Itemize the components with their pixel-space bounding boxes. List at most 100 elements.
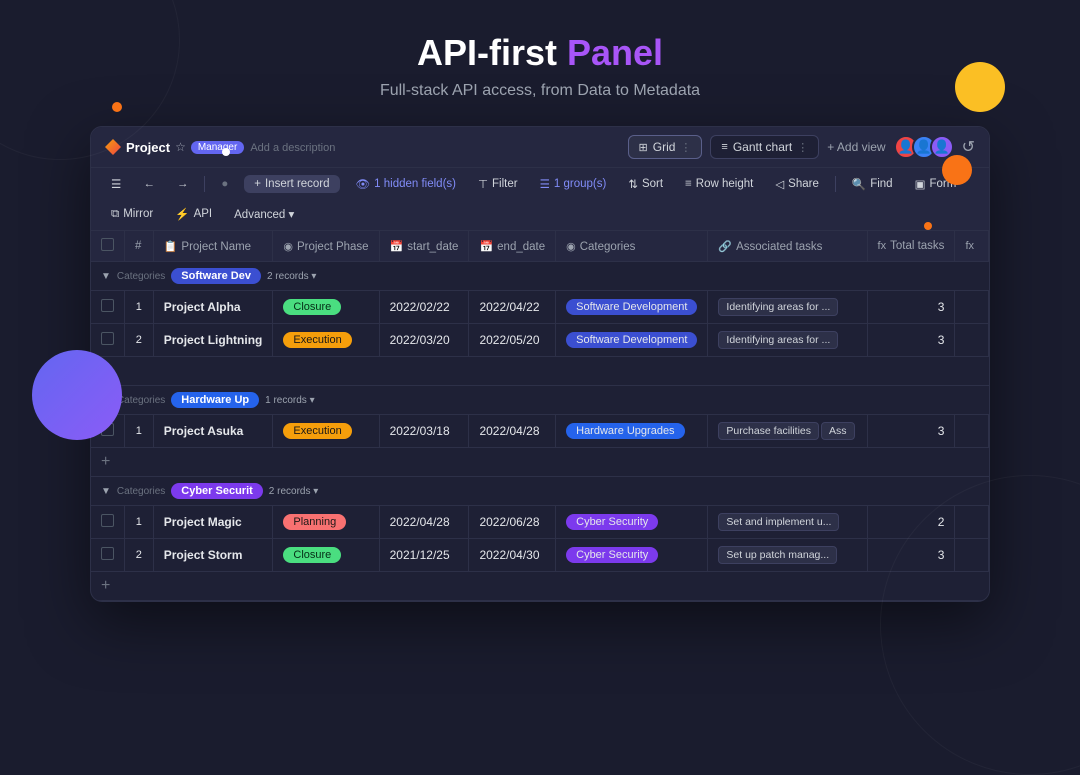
add-row[interactable]: + xyxy=(91,357,989,386)
col-project-phase[interactable]: ◉Project Phase xyxy=(273,231,379,262)
table-row[interactable]: 1 Project Asuka Execution 2022/03/18 202… xyxy=(91,415,989,448)
row-category[interactable]: Hardware Upgrades xyxy=(556,415,708,448)
col-checkbox[interactable] xyxy=(91,231,125,262)
task-chip: Set up patch manag... xyxy=(718,546,837,564)
row-project-phase[interactable]: Execution xyxy=(273,324,379,357)
group-row[interactable]: ▼ Categories Software Dev 2 records ▾ xyxy=(91,262,989,291)
panel-topbar-right: ⊞ Grid ⋮ ≡ Gantt chart ⋮ + Add view 👤 👤 … xyxy=(628,135,975,159)
form-button[interactable]: ▣ Form xyxy=(909,174,963,194)
add-row[interactable]: + xyxy=(91,572,989,601)
refresh-button[interactable]: ↺ xyxy=(962,137,975,157)
group-row[interactable]: ▼ Categories Hardware Up 1 records ▾ xyxy=(91,386,989,415)
row-project-name[interactable]: Project Lightning xyxy=(153,324,273,357)
row-project-name[interactable]: Project Storm xyxy=(153,539,273,572)
col-categories[interactable]: ◉Categories xyxy=(556,231,708,262)
sort-button[interactable]: ⇅ Sort xyxy=(622,174,669,194)
row-project-phase[interactable]: Execution xyxy=(273,415,379,448)
row-project-phase[interactable]: Planning xyxy=(273,506,379,539)
search-icon: 🔍 xyxy=(852,177,866,191)
menu-icon-btn[interactable]: ☰ xyxy=(105,174,127,194)
project-name-col-icon: 📋 xyxy=(164,241,178,253)
tab-grid[interactable]: ⊞ Grid ⋮ xyxy=(628,135,703,159)
add-row-cell[interactable]: + xyxy=(91,448,989,477)
row-checkbox-cell[interactable] xyxy=(91,324,125,357)
find-button[interactable]: 🔍 Find xyxy=(846,174,899,194)
back-button[interactable]: ← xyxy=(137,175,161,193)
row-category[interactable]: Cyber Security xyxy=(556,506,708,539)
row-category[interactable]: Software Development xyxy=(556,324,708,357)
row-project-phase[interactable]: Closure xyxy=(273,291,379,324)
api-button[interactable]: ⚡ API xyxy=(169,204,218,224)
advanced-button[interactable]: Advanced ▾ xyxy=(228,204,300,224)
col-project-name[interactable]: 📋Project Name xyxy=(153,231,273,262)
filter-icon: ⊤ xyxy=(478,177,488,191)
col-associated-tasks[interactable]: 🔗Associated tasks xyxy=(708,231,867,262)
row-checkbox[interactable] xyxy=(101,423,114,436)
panel-topbar: Project ☆ Manager Add a description ⊞ Gr… xyxy=(91,127,989,168)
row-checkbox-cell[interactable] xyxy=(91,539,125,572)
group-meta-label: Categories xyxy=(117,486,165,497)
col-start-date[interactable]: 📅start_date xyxy=(379,231,469,262)
tab-gantt[interactable]: ≡ Gantt chart ⋮ xyxy=(710,135,819,159)
row-category[interactable]: Cyber Security xyxy=(556,539,708,572)
row-checkbox[interactable] xyxy=(101,547,114,560)
col-total-tasks[interactable]: fxTotal tasks xyxy=(867,231,955,262)
star-icon[interactable]: ☆ xyxy=(175,140,186,154)
add-row[interactable]: + xyxy=(91,448,989,477)
row-project-name[interactable]: Project Magic xyxy=(153,506,273,539)
gantt-icon: ≡ xyxy=(721,141,727,153)
group-chevron-icon[interactable]: ▼ xyxy=(101,486,111,497)
table-row[interactable]: 1 Project Magic Planning 2022/04/28 2022… xyxy=(91,506,989,539)
share-button[interactable]: ◁ Share xyxy=(769,174,825,194)
total-tasks-col-icon: fx xyxy=(878,240,887,252)
row-end-date: 2022/04/30 xyxy=(469,539,556,572)
row-category[interactable]: Software Development xyxy=(556,291,708,324)
row-checkbox-cell[interactable] xyxy=(91,506,125,539)
row-number: 1 xyxy=(125,415,154,448)
filter-button[interactable]: ⊤ Filter xyxy=(472,174,524,194)
add-row-cell[interactable]: + xyxy=(91,572,989,601)
category-chip: Cyber Security xyxy=(566,547,658,563)
phase-badge: Closure xyxy=(283,299,341,315)
row-checkbox[interactable] xyxy=(101,514,114,527)
task-chip: Identifying areas for ... xyxy=(718,298,838,316)
row-checkbox[interactable] xyxy=(101,332,114,345)
row-total-tasks: 3 xyxy=(867,291,955,324)
row-project-name[interactable]: Project Asuka xyxy=(153,415,273,448)
insert-label: Insert record xyxy=(265,178,330,190)
hidden-fields-button[interactable]: 👁 1 hidden field(s) xyxy=(350,174,462,194)
project-name-label: Project xyxy=(126,140,170,155)
row-start-date: 2022/03/20 xyxy=(379,324,469,357)
insert-record-button[interactable]: + Insert record xyxy=(244,175,339,193)
row-extra xyxy=(955,291,989,324)
add-view-button[interactable]: + Add view xyxy=(827,140,885,154)
row-height-button[interactable]: ≡ Row height xyxy=(679,175,759,193)
group-button[interactable]: ☰ 1 group(s) xyxy=(534,174,613,194)
group-chevron-icon[interactable]: ▼ xyxy=(101,395,111,406)
categories-col-icon: ◉ xyxy=(566,241,576,253)
add-description-link[interactable]: Add a description xyxy=(250,142,335,154)
table-row[interactable]: 1 Project Alpha Closure 2022/02/22 2022/… xyxy=(91,291,989,324)
eye-icon: 👁 xyxy=(356,177,371,191)
col-end-date[interactable]: 📅end_date xyxy=(469,231,556,262)
row-checkbox-cell[interactable] xyxy=(91,291,125,324)
table-body: ▼ Categories Software Dev 2 records ▾ 1 … xyxy=(91,262,989,601)
share-icon: ◁ xyxy=(775,177,784,191)
group-chevron-icon[interactable]: ▼ xyxy=(101,271,111,282)
project-diamond-icon xyxy=(105,139,121,155)
row-checkbox-cell[interactable] xyxy=(91,415,125,448)
title-black: API-first xyxy=(417,32,567,73)
row-checkbox[interactable] xyxy=(101,299,114,312)
table-row[interactable]: 2 Project Lightning Execution 2022/03/20… xyxy=(91,324,989,357)
row-project-name[interactable]: Project Alpha xyxy=(153,291,273,324)
table-row[interactable]: 2 Project Storm Closure 2021/12/25 2022/… xyxy=(91,539,989,572)
advanced-label: Advanced ▾ xyxy=(234,207,294,221)
add-row-cell[interactable]: + xyxy=(91,357,989,386)
col-extra-fx[interactable]: fx xyxy=(955,231,989,262)
group-row[interactable]: ▼ Categories Cyber Securit 2 records ▾ xyxy=(91,477,989,506)
select-all-checkbox[interactable] xyxy=(101,238,114,251)
group-tag: Cyber Securit xyxy=(171,483,263,499)
mirror-button[interactable]: ⧉ Mirror xyxy=(105,205,159,224)
row-project-phase[interactable]: Closure xyxy=(273,539,379,572)
forward-button[interactable]: → xyxy=(171,175,195,193)
